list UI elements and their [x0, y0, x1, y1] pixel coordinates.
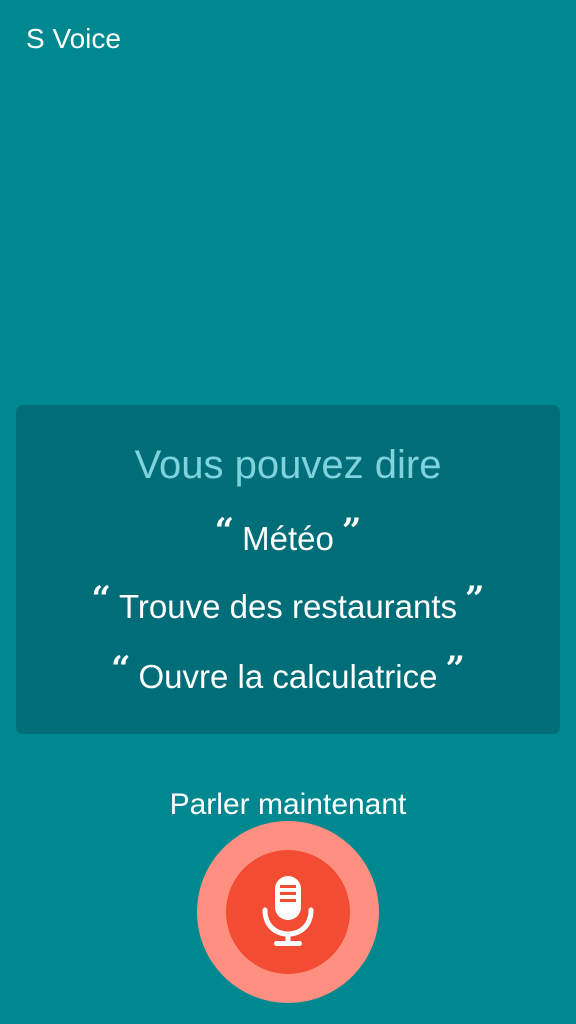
suggestion-item-calculator[interactable]: “Ouvre la calculatrice” — [0, 649, 576, 697]
close-quote-icon: ” — [341, 511, 362, 551]
close-quote-icon: ” — [445, 649, 466, 689]
suggestions-heading: Vous pouvez dire — [134, 443, 442, 487]
suggestion-item-restaurants[interactable]: “Trouve des restaurants” — [0, 579, 576, 627]
open-quote-icon: “ — [110, 649, 131, 689]
microphone-icon — [262, 876, 314, 946]
suggestion-label: Ouvre la calculatrice — [138, 658, 438, 695]
app-title: S Voice — [26, 23, 121, 54]
suggestion-item-weather[interactable]: “Météo” — [0, 511, 576, 559]
open-quote-icon: “ — [91, 579, 111, 619]
speak-now-status: Parler maintenant — [169, 788, 407, 821]
mic-button-core[interactable] — [226, 850, 350, 974]
suggestion-label: Météo — [242, 520, 334, 557]
mic-button[interactable] — [197, 821, 379, 1003]
open-quote-icon: “ — [214, 511, 235, 551]
close-quote-icon: ” — [465, 579, 485, 619]
suggestion-label: Trouve des restaurants — [118, 588, 458, 625]
